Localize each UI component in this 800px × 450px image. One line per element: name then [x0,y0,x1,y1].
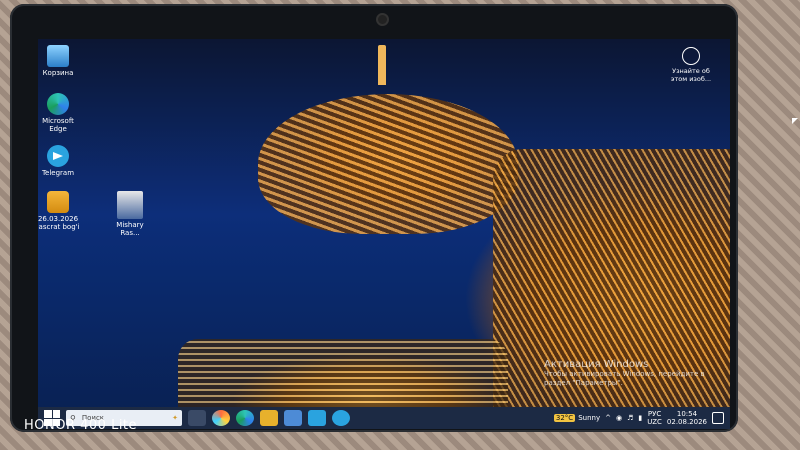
desktop-screen: Корзина Microsoft Edge Telegram 26.03.20… [38,39,730,429]
desktop-icon-folder[interactable]: 26.03.2026 Jascrat bog'i [38,191,80,231]
camera-lens-icon [682,47,700,65]
taskbar: ⚲ Поиск ✦ 32°C Sunny ^ ◉ ♬ ▮ РУС UZC 10:… [38,407,730,429]
language-indicator[interactable]: РУС UZC [647,410,662,426]
device-brand-watermark: HONOR 400 Lite [24,418,138,433]
desktop-icon-label: Telegram [41,169,75,177]
file-explorer-icon[interactable] [260,410,278,426]
desktop-icon-label: Microsoft Edge [42,117,74,133]
spotlight-info[interactable]: Узнайте об этом изоб... [666,47,716,83]
weather-temp: 32°C [553,414,576,422]
task-view-icon[interactable] [188,410,206,426]
wallpaper-harbor [178,339,508,409]
activation-watermark: Активация Windows Чтобы активировать Win… [544,359,724,388]
desktop-icon-photo[interactable]: Mishary Ras... [108,191,152,237]
wallpaper-town [258,94,518,234]
activation-body: Чтобы активировать Windows, перейдите в … [544,370,705,387]
store-icon[interactable] [284,410,302,426]
weather-widget[interactable]: 32°C Sunny [553,414,601,422]
wifi-icon[interactable]: ◉ [616,414,622,422]
desktop-icon-recycle-bin[interactable]: Корзина [38,45,80,77]
wallpaper-tower [378,45,386,85]
battery-icon[interactable]: ▮ [638,414,642,422]
notification-icon[interactable] [712,412,724,424]
telegram-icon [47,145,69,167]
spotlight-label: Узнайте об этом изоб... [670,67,712,83]
mail-icon[interactable] [308,410,326,426]
activation-title: Активация Windows [544,359,649,370]
laptop-bezel: Корзина Microsoft Edge Telegram 26.03.20… [10,4,738,432]
edge-icon [47,93,69,115]
lang-top: РУС [647,410,662,418]
clock-date: 02.08.2026 [666,418,707,426]
clock-time: 10:54 [676,410,698,418]
desktop-icon-edge[interactable]: Microsoft Edge [38,93,80,133]
system-tray: 32°C Sunny ^ ◉ ♬ ▮ РУС UZC 10:54 02.08.2… [553,410,730,426]
speaker-icon[interactable]: ♬ [627,414,633,422]
taskbar-telegram-icon[interactable] [332,410,350,426]
folder-icon [47,191,69,213]
desktop-icon-label: Корзина [42,69,74,77]
recycle-bin-icon [47,45,69,67]
webcam [376,13,389,26]
desktop-icon-label: 26.03.2026 Jascrat bog'i [38,215,80,231]
lang-bottom: UZC [647,418,662,426]
desktop-icon-telegram[interactable]: Telegram [38,145,80,177]
clock[interactable]: 10:54 02.08.2026 [667,410,707,426]
weather-label: Sunny [578,414,601,422]
mouse-cursor [792,118,798,124]
taskbar-edge-icon[interactable] [236,410,254,426]
chevron-up-icon[interactable]: ^ [605,414,611,422]
desktop-icon-label: Mishary Ras... [116,221,144,237]
sparkle-icon: ✦ [172,414,178,422]
copilot-icon[interactable] [212,410,230,426]
photo-icon [117,191,143,219]
